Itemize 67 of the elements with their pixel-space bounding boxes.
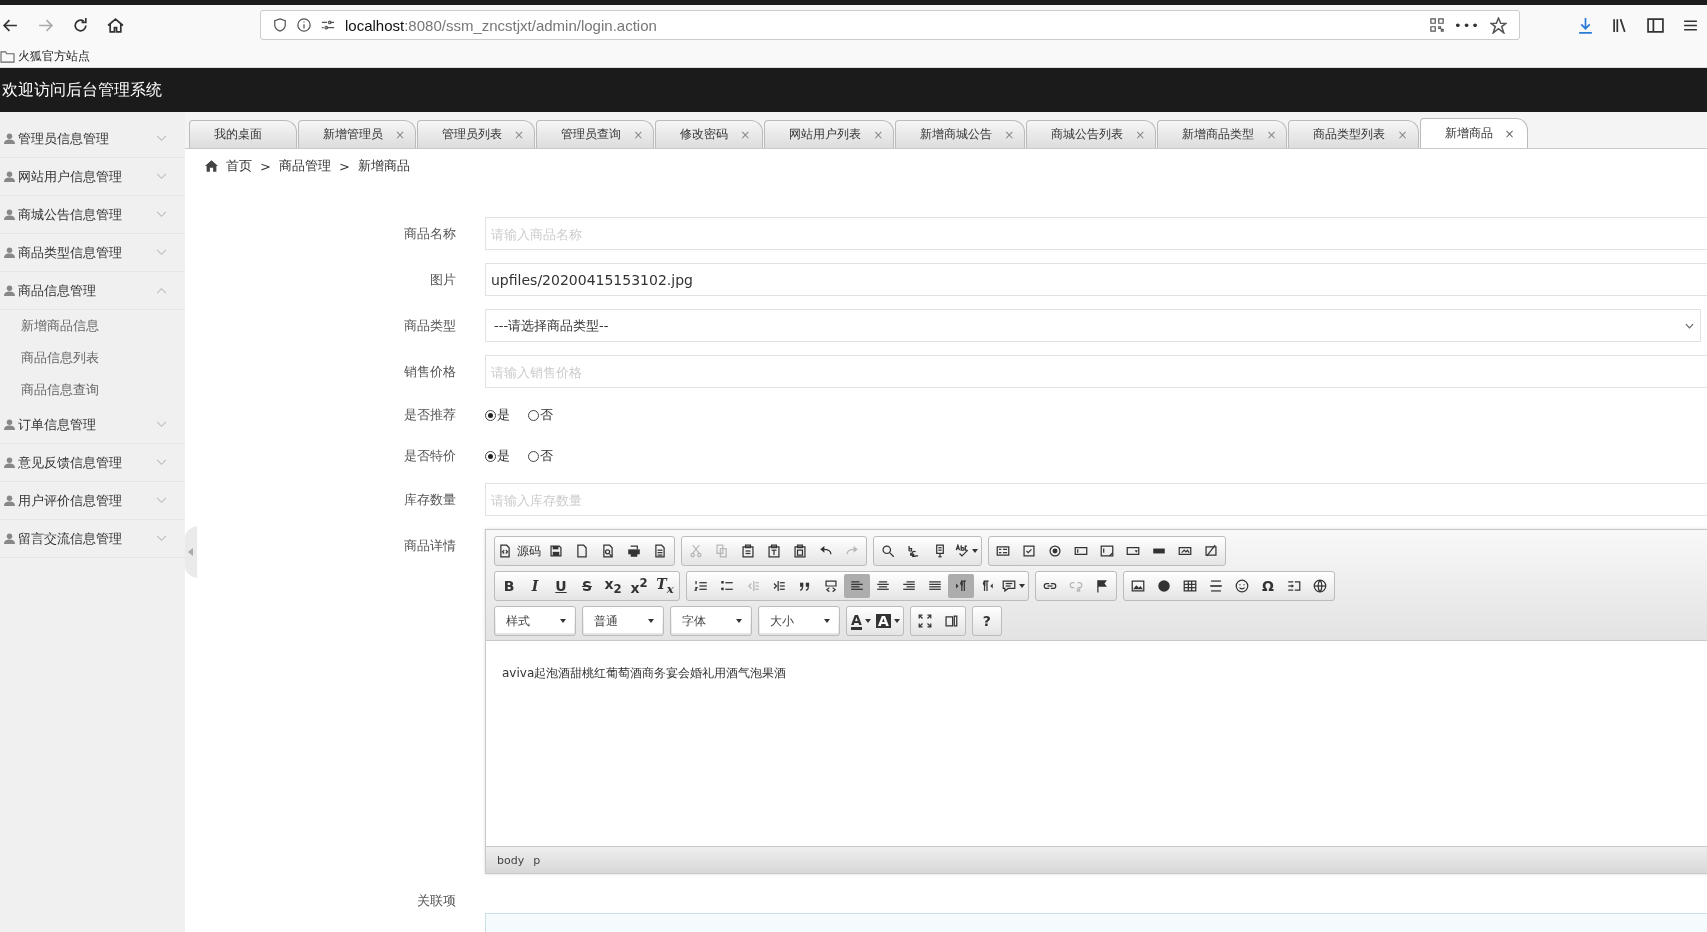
site-title: 欢迎访问后台管理系统 [2, 79, 162, 101]
page-tab[interactable]: 新增商品 × [1419, 118, 1528, 148]
field-label: 商品类型 [403, 317, 457, 335]
editor-tool-button[interactable]: I [522, 574, 548, 598]
sidebar-menu-item[interactable]: 用户评价信息管理 [0, 482, 185, 520]
radio-option[interactable]: 是 [485, 447, 510, 465]
breadcrumb-separator: > [338, 158, 350, 174]
page-tab[interactable]: 新增商品类型 × [1157, 120, 1288, 148]
field-label: 商品名称 [403, 225, 457, 243]
sidebar-menu-item[interactable]: 商城公告信息管理 [0, 196, 185, 234]
editor-tool-button[interactable]: x$^{2}$ [626, 574, 652, 598]
field-label: 销售价格 [403, 363, 457, 381]
page-tab[interactable]: 我的桌面 [189, 120, 297, 148]
page-tab[interactable]: 网站用户列表 × [764, 120, 895, 148]
editor-tool-button[interactable]: Ω [1255, 574, 1281, 598]
sidebar-menu-item[interactable]: 商品信息管理 [0, 272, 185, 310]
field-label: 库存数量 [403, 491, 457, 509]
editor-tool-button[interactable]: S [574, 574, 600, 598]
element-path-link[interactable]: body [497, 853, 525, 867]
sidebar-menu-item[interactable]: 意见反馈信息管理 [0, 444, 185, 482]
field-label: 是否推荐 [403, 406, 457, 424]
breadcrumb-link[interactable]: 新增商品 [357, 157, 410, 175]
editor-tool-button[interactable]: A [848, 609, 874, 633]
address-bar[interactable]: localhost:8080/ssm_zncstjxt/admin/login.action ••• [260, 10, 1520, 40]
sidebar-menu-item[interactable]: 留言交流信息管理 [0, 520, 185, 558]
sidebar-submenu-item[interactable]: 商品信息列表 [0, 342, 185, 374]
page-tab[interactable]: 商品类型列表 × [1288, 120, 1419, 148]
sidebar-submenu-item[interactable]: 新增商品信息 [0, 310, 185, 342]
field-label: 关联项 [416, 892, 457, 910]
bookmark-link[interactable]: 火狐官方站点 [0, 47, 90, 65]
editor-tool-button[interactable]: ? [973, 609, 1000, 633]
editor-tool-button[interactable]: B [496, 574, 522, 598]
editor-dropdown[interactable]: 样式 [496, 609, 574, 633]
radio-option[interactable]: 否 [528, 406, 553, 424]
editor-tool-button[interactable]: x$_{2}$ [600, 574, 626, 598]
input-field[interactable]: upfiles/20200415153102.jpg [485, 263, 1707, 296]
tab-close-button[interactable]: × [1504, 126, 1515, 141]
sidebar-menu-item[interactable]: 订单信息管理 [0, 406, 185, 444]
editor-tool-button[interactable]: A [874, 609, 902, 633]
url-text: localhost:8080/ssm_zncstjxt/admin/login.action [345, 16, 657, 34]
editor-tool-button[interactable]: U [548, 574, 574, 598]
breadcrumb-link[interactable]: 首页 [226, 157, 252, 175]
page-tab[interactable]: 新增商城公告 × [895, 120, 1026, 148]
editor-tool-button[interactable]: 源码 [496, 539, 543, 563]
editor-dropdown[interactable]: 普通 [584, 609, 662, 633]
field-label: 图片 [429, 271, 457, 289]
editor-tool-button[interactable]: T$_{x}$ [652, 574, 678, 598]
breadcrumb-link[interactable]: 商品管理 [278, 157, 331, 175]
page-tab[interactable]: 管理员列表 × [417, 120, 536, 148]
editor-text: aviva起泡酒甜桃红葡萄酒商务宴会婚礼用酒气泡果酒 [502, 665, 788, 682]
radio-option[interactable]: 否 [528, 447, 553, 465]
page-tab[interactable]: 商城公告列表 × [1026, 120, 1157, 148]
page-tab[interactable]: 新增管理员 × [298, 120, 417, 148]
more-actions-button[interactable]: ••• [1454, 17, 1480, 33]
sidebar-menu-item[interactable]: 商品类型信息管理 [0, 234, 185, 272]
select-field[interactable]: ---请选择商品类型-- [485, 309, 1701, 342]
sidebar-menu-item[interactable]: 网站用户信息管理 [0, 158, 185, 196]
editor-dropdown[interactable]: 字体 [672, 609, 750, 633]
field-label: 商品详情 [403, 537, 457, 555]
editor-dropdown[interactable]: 大小 [760, 609, 838, 633]
breadcrumb-separator: > [260, 158, 271, 174]
field-label: 是否特价 [403, 447, 457, 465]
element-path-link[interactable]: p [533, 853, 541, 867]
page-tab[interactable]: 修改密码 × [655, 120, 764, 148]
sidebar-submenu-item[interactable]: 商品信息查询 [0, 374, 185, 406]
radio-option[interactable]: 是 [485, 406, 510, 424]
page-tab[interactable]: 管理员查询 × [536, 120, 655, 148]
